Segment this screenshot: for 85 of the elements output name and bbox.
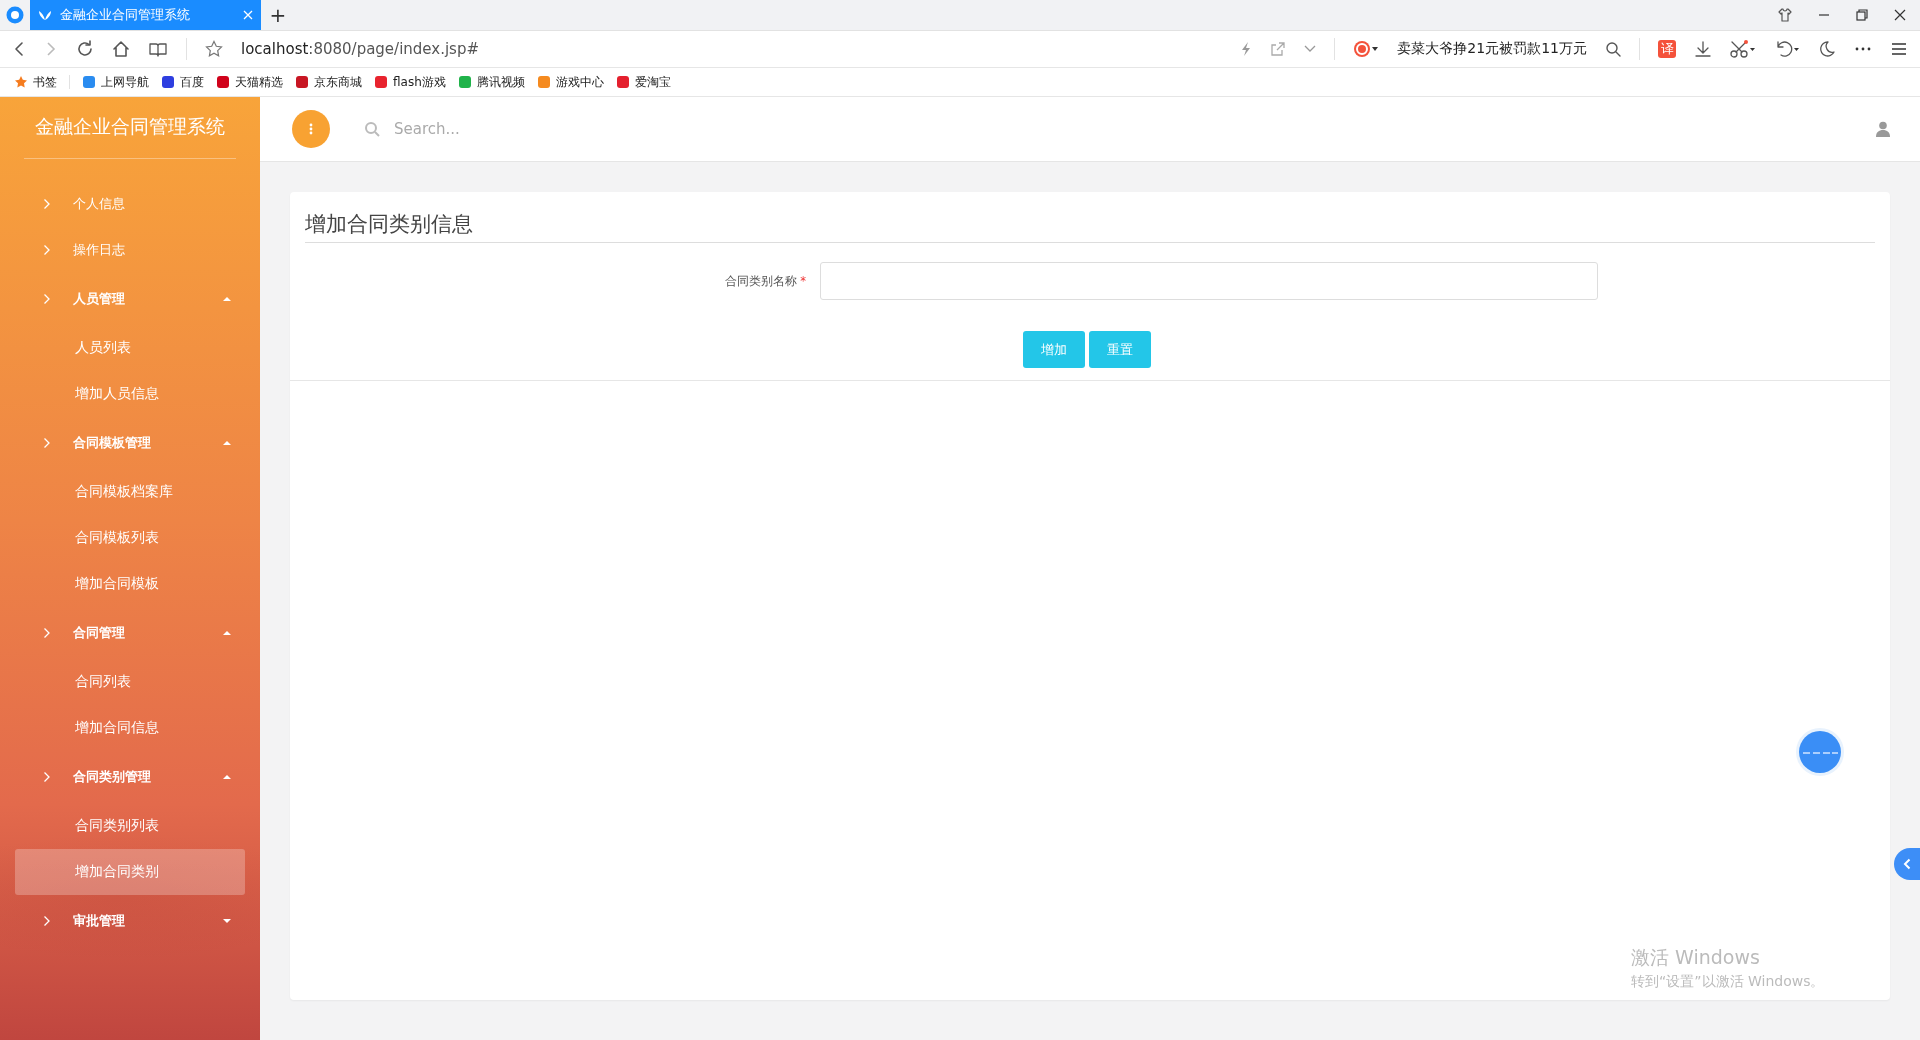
chevron-left-icon xyxy=(1903,858,1911,870)
site-icon xyxy=(216,75,230,89)
chevron-right-icon xyxy=(43,293,51,305)
input-field[interactable] xyxy=(820,262,1598,300)
chevron-right-icon xyxy=(43,244,51,256)
bookmark-link[interactable]: 爱淘宝 xyxy=(615,73,671,91)
bookmark-link[interactable]: 腾讯视频 xyxy=(457,73,525,91)
close-icon[interactable] xyxy=(1894,9,1906,21)
undo-icon[interactable] xyxy=(1774,40,1800,58)
assistant-ball-icon[interactable] xyxy=(1795,727,1845,777)
site-icon xyxy=(374,75,388,89)
lightning-icon[interactable] xyxy=(1240,41,1253,57)
user-icon[interactable] xyxy=(1876,121,1890,137)
shirt-icon[interactable] xyxy=(1778,8,1792,22)
caret-icon xyxy=(223,296,231,302)
form-button[interactable]: 增加 xyxy=(1023,331,1085,368)
address-field[interactable]: localhost:8080/page/index.jsp# xyxy=(241,40,480,58)
sidebar-subitem[interactable]: 增加人员信息 xyxy=(15,371,245,417)
bookmark-link[interactable]: flash游戏 xyxy=(374,73,446,91)
caret-icon xyxy=(223,774,231,780)
chevron-right-icon xyxy=(43,771,51,783)
chevron-right-icon xyxy=(43,627,51,639)
moon-icon[interactable] xyxy=(1818,40,1836,58)
menu-icon[interactable] xyxy=(1890,40,1908,58)
app-title: 金融企业合同管理系统 xyxy=(24,97,236,159)
bookmark-link[interactable]: 游戏中心 xyxy=(536,73,604,91)
caret-icon xyxy=(223,918,231,924)
sidebar-subitem[interactable]: 合同模板档案库 xyxy=(15,469,245,515)
star-icon xyxy=(14,75,28,89)
sidebar-subitem[interactable]: 增加合同模板 xyxy=(15,561,245,607)
bookmark-link[interactable]: 天猫精选 xyxy=(216,73,283,91)
chevron-right-icon xyxy=(43,198,51,210)
restore-icon[interactable] xyxy=(1856,9,1868,21)
reload-icon[interactable] xyxy=(76,40,94,58)
sidebar-group[interactable]: 合同模板管理 xyxy=(15,417,245,469)
sidebar-group[interactable]: 合同类别管理 xyxy=(15,751,245,803)
sidebar-subitem[interactable]: 合同类别列表 xyxy=(15,803,245,849)
site-icon xyxy=(615,75,630,89)
form-button[interactable]: 重置 xyxy=(1089,331,1151,368)
download-icon[interactable] xyxy=(1694,40,1712,58)
back-icon[interactable] xyxy=(12,41,26,57)
sidebar-subitem[interactable]: 合同模板列表 xyxy=(15,515,245,561)
required-mark: * xyxy=(800,273,806,288)
tab-title: 金融企业合同管理系统 xyxy=(60,6,191,24)
bookmark-link[interactable]: 书签 xyxy=(14,73,57,91)
activation-title: 激活 Windows xyxy=(1631,945,1761,970)
bookmark-link[interactable]: 京东商城 xyxy=(295,73,362,91)
sidebar-group[interactable]: 人员管理 xyxy=(15,273,245,325)
search-icon[interactable] xyxy=(1605,41,1621,57)
book-icon[interactable] xyxy=(148,41,168,57)
chevron-right-icon xyxy=(43,915,51,927)
browser-logo-icon xyxy=(6,6,24,24)
search-icon xyxy=(364,121,380,137)
sidebar-subitem[interactable]: 增加合同类别 xyxy=(15,849,245,895)
site-icon xyxy=(295,75,309,89)
sidebar-item[interactable]: 操作日志 xyxy=(15,227,245,273)
caret-icon xyxy=(223,440,231,446)
sidebar-group[interactable]: 合同管理 xyxy=(15,607,245,659)
home-icon[interactable] xyxy=(112,40,130,58)
translate-button[interactable]: 译 xyxy=(1658,40,1676,58)
form-title: 增加合同类别信息 xyxy=(305,210,1875,243)
activation-note: 转到“设置”以激活 Windows。 xyxy=(1631,973,1825,991)
new-tab-button[interactable]: + xyxy=(261,0,295,30)
sidebar-subitem[interactable]: 人员列表 xyxy=(15,325,245,371)
menu-dots-icon xyxy=(309,123,313,135)
sidebar-group[interactable]: 审批管理 xyxy=(15,895,245,947)
bookmark-link[interactable]: 百度 xyxy=(161,73,204,91)
sidebar-subitem[interactable]: 合同列表 xyxy=(15,659,245,705)
search-engine-icon[interactable] xyxy=(1353,40,1380,58)
field-label: 合同类别名称 xyxy=(724,273,797,288)
menu-toggle-button[interactable] xyxy=(292,110,330,148)
browser-tab[interactable]: 金融企业合同管理系统 xyxy=(30,0,261,30)
bookmark-link[interactable]: 上网导航 xyxy=(82,73,149,91)
caret-icon xyxy=(223,630,231,636)
news-headline[interactable]: 卖菜大爷挣21元被罚款11万元 xyxy=(1397,40,1587,58)
sidebar-subitem[interactable]: 增加合同信息 xyxy=(15,705,245,751)
scissors-icon[interactable] xyxy=(1730,40,1756,58)
site-icon xyxy=(536,75,551,89)
chevron-right-icon xyxy=(43,437,51,449)
site-icon xyxy=(457,75,472,89)
star-icon[interactable] xyxy=(205,40,223,58)
sidebar-item[interactable]: 个人信息 xyxy=(15,181,245,227)
site-icon xyxy=(82,75,96,89)
chevron-down-icon[interactable] xyxy=(1304,45,1317,53)
site-icon xyxy=(161,75,175,89)
